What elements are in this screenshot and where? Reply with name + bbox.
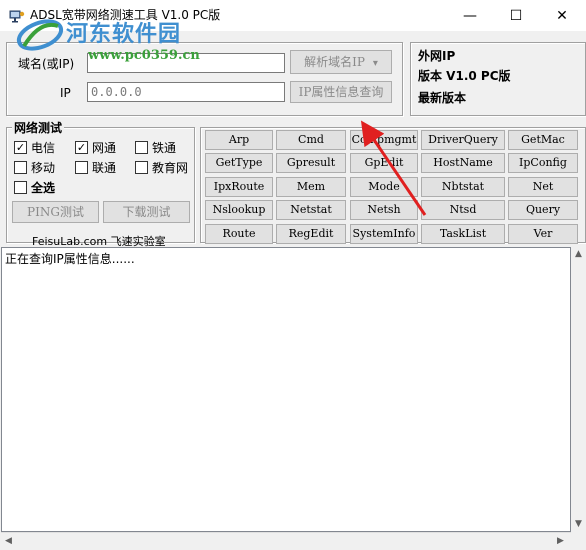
cmd-button-cmd[interactable]: Cmd <box>276 130 346 150</box>
checkbox-label: 联通 <box>92 160 117 175</box>
domain-label: 域名(或IP) <box>18 57 75 71</box>
checkbox-label: 移动 <box>31 160 56 175</box>
cmd-button-gpedit[interactable]: GpEdit <box>350 153 418 173</box>
output-text: 正在查询IP属性信息...... <box>5 252 135 266</box>
scroll-down-icon[interactable]: ▼ <box>575 519 582 529</box>
cmd-button-ipxroute[interactable]: IpxRoute <box>205 177 273 197</box>
resize-grip-icon[interactable] <box>571 533 586 550</box>
cmd-button-gettype[interactable]: GetType <box>205 153 273 173</box>
cmd-button-getmac[interactable]: GetMac <box>508 130 578 150</box>
minimize-icon: — <box>463 7 477 24</box>
checkbox-box[interactable]: ✓ <box>75 140 88 154</box>
cmd-button-ipconfig[interactable]: IpConfig <box>508 153 578 173</box>
minimize-button[interactable]: — <box>447 0 493 31</box>
cmd-button-ntsd[interactable]: Ntsd <box>421 200 505 220</box>
watermark-url: www.pc0359.cn <box>88 48 200 63</box>
cmd-button-regedit[interactable]: RegEdit <box>276 224 346 244</box>
cmd-button-compmgmt[interactable]: Compmgmt <box>350 130 418 150</box>
checkbox-box[interactable] <box>14 180 27 194</box>
checkbox-telecom[interactable]: ✓ 电信 <box>14 139 55 155</box>
watermark-name: 河东软件园 <box>66 21 182 47</box>
ip-input[interactable]: 0.0.0.0 <box>87 82 285 102</box>
cmd-button-query[interactable]: Query <box>508 200 578 220</box>
vertical-scrollbar[interactable]: ▲ ▼ <box>571 247 586 533</box>
cmd-button-netsh[interactable]: Netsh <box>350 200 418 220</box>
scroll-right-icon[interactable]: ▶ <box>557 536 564 546</box>
cmd-button-mode[interactable]: Mode <box>350 177 418 197</box>
checkbox-box[interactable] <box>135 160 148 174</box>
maximize-icon: ☐ <box>509 7 523 24</box>
checkbox-box[interactable]: ✓ <box>14 140 27 154</box>
cmd-button-mem[interactable]: Mem <box>276 177 346 197</box>
close-button[interactable]: ✕ <box>539 0 585 31</box>
cmd-button-systeminfo[interactable]: SystemInfo <box>350 224 418 244</box>
cmd-button-arp[interactable]: Arp <box>205 130 273 150</box>
external-ip-label: 外网IP <box>418 49 456 63</box>
network-test-title: 网络测试 <box>12 120 65 136</box>
cmd-button-nbtstat[interactable]: Nbtstat <box>421 177 505 197</box>
chevron-down-icon: ▾ <box>372 58 378 69</box>
cmd-button-gpresult[interactable]: Gpresult <box>276 153 346 173</box>
cmd-button-net[interactable]: Net <box>508 177 578 197</box>
checkbox-label: 电信 <box>31 140 56 155</box>
horizontal-scrollbar[interactable]: ◀ ▶ <box>1 532 571 550</box>
close-icon: ✕ <box>556 7 568 24</box>
scroll-up-icon[interactable]: ▲ <box>575 249 582 259</box>
checkbox-label: 全选 <box>31 180 56 195</box>
checkbox-label: 网通 <box>92 140 117 155</box>
checkbox-mobile[interactable]: 移动 <box>14 159 55 175</box>
cmd-button-tasklist[interactable]: TaskList <box>421 224 505 244</box>
cmd-button-nslookup[interactable]: Nslookup <box>205 200 273 220</box>
checkbox-label: 铁通 <box>152 140 177 155</box>
checkbox-box[interactable] <box>135 140 148 154</box>
latest-version-label: 最新版本 <box>418 91 467 105</box>
watermark-logo <box>16 19 64 51</box>
resolve-domain-label: 解析域名IP <box>304 55 365 69</box>
checkbox-box[interactable] <box>14 160 27 174</box>
ip-info-query-button[interactable]: IP属性信息查询 <box>290 81 392 103</box>
cmd-button-netstat[interactable]: Netstat <box>276 200 346 220</box>
checkbox-box[interactable] <box>75 160 88 174</box>
checkbox-label: 教育网 <box>152 160 189 175</box>
checkbox-select-all[interactable]: 全选 <box>14 179 55 195</box>
ping-test-button[interactable]: PING测试 <box>12 201 99 223</box>
cmd-button-route[interactable]: Route <box>205 224 273 244</box>
ip-label: IP <box>60 86 71 100</box>
checkbox-unicom[interactable]: 联通 <box>75 159 116 175</box>
download-test-button[interactable]: 下载测试 <box>103 201 190 223</box>
checkbox-cnc[interactable]: ✓ 网通 <box>75 139 116 155</box>
version-label: 版本 V1.0 PC版 <box>418 69 511 83</box>
checkbox-railcom[interactable]: 铁通 <box>135 139 176 155</box>
scroll-left-icon[interactable]: ◀ <box>5 536 12 546</box>
checkbox-education-net[interactable]: 教育网 <box>135 159 188 175</box>
resolve-domain-button[interactable]: 解析域名IP ▾ <box>290 50 392 74</box>
output-textarea[interactable] <box>1 247 571 532</box>
cmd-button-driverquery[interactable]: DriverQuery <box>421 130 505 150</box>
maximize-button[interactable]: ☐ <box>493 0 539 31</box>
cmd-button-hostname[interactable]: HostName <box>421 153 505 173</box>
cmd-button-ver[interactable]: Ver <box>508 224 578 244</box>
